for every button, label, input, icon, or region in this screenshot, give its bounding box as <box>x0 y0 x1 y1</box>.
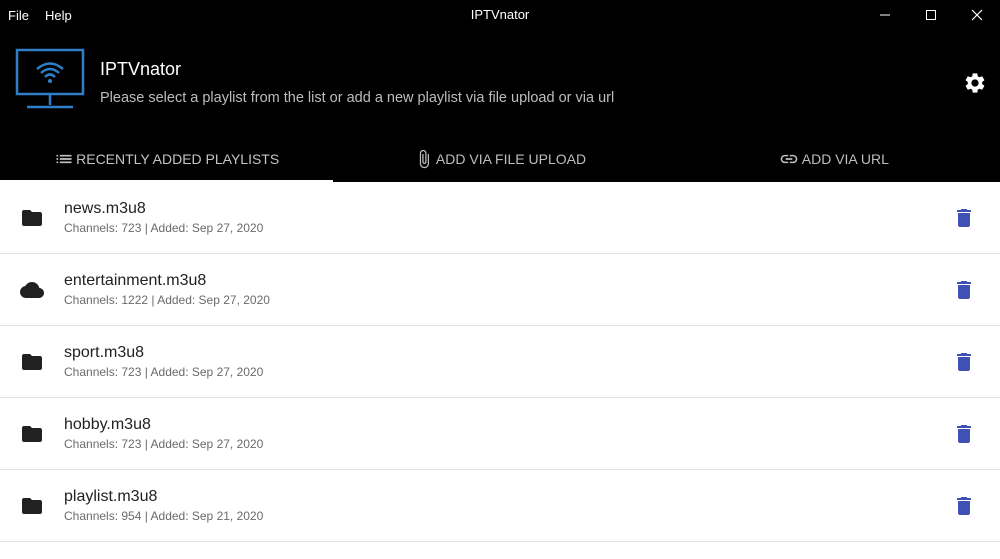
playlist-meta: Channels: 1222 | Added: Sep 27, 2020 <box>64 293 270 307</box>
playlist-item[interactable]: sport.m3u8 Channels: 723 | Added: Sep 27… <box>0 326 1000 398</box>
playlist-item[interactable]: playlist.m3u8 Channels: 954 | Added: Sep… <box>0 470 1000 542</box>
tab-label: RECENTLY ADDED PLAYLISTS <box>76 151 280 167</box>
delete-button[interactable] <box>952 206 976 230</box>
paperclip-icon <box>414 148 434 170</box>
window-title: IPTVnator <box>470 7 530 22</box>
tab-label: ADD VIA FILE UPLOAD <box>435 151 587 167</box>
tab-label: ADD VIA URL <box>801 151 889 167</box>
minimize-button[interactable] <box>862 0 908 30</box>
minimize-icon <box>880 14 890 16</box>
settings-button[interactable] <box>961 69 989 97</box>
trash-icon <box>957 281 971 299</box>
trash-icon <box>957 209 971 227</box>
playlist-name: entertainment.m3u8 <box>64 272 207 289</box>
playlist-meta: Channels: 723 | Added: Sep 27, 2020 <box>64 365 264 379</box>
folder-icon <box>22 354 42 370</box>
playlist-item[interactable]: news.m3u8 Channels: 723 | Added: Sep 27,… <box>0 182 1000 254</box>
folder-icon <box>22 210 42 226</box>
tab-add-url[interactable]: ADD VIA URL <box>667 136 1000 182</box>
playlist-item[interactable]: hobby.m3u8 Channels: 723 | Added: Sep 27… <box>0 398 1000 470</box>
app-logo <box>15 47 87 111</box>
playlist-name: news.m3u8 <box>64 200 146 217</box>
menu-help[interactable]: Help <box>45 8 72 23</box>
app-header: IPTVnator Please select a playlist from … <box>0 30 1000 136</box>
menu-bar: File Help <box>8 0 88 30</box>
cloud-icon <box>20 282 44 298</box>
trash-icon <box>957 353 971 371</box>
tv-wifi-icon <box>15 48 85 109</box>
delete-button[interactable] <box>952 422 976 446</box>
delete-button[interactable] <box>952 494 976 518</box>
tab-bar: RECENTLY ADDED PLAYLISTS ADD VIA FILE UP… <box>0 136 1000 182</box>
maximize-button[interactable] <box>908 0 954 30</box>
close-icon <box>971 9 983 21</box>
delete-button[interactable] <box>952 278 976 302</box>
app-subtitle: Please select a playlist from the list o… <box>100 90 615 106</box>
playlist-meta: Channels: 723 | Added: Sep 27, 2020 <box>64 221 264 235</box>
trash-icon <box>957 497 971 515</box>
folder-icon <box>22 498 42 514</box>
delete-button[interactable] <box>952 350 976 374</box>
link-icon <box>778 149 800 169</box>
playlist-item[interactable]: entertainment.m3u8 Channels: 1222 | Adde… <box>0 254 1000 326</box>
playlist-meta: Channels: 723 | Added: Sep 27, 2020 <box>64 437 264 451</box>
window-controls <box>862 0 1000 30</box>
gear-icon <box>965 73 985 93</box>
playlist-list: news.m3u8 Channels: 723 | Added: Sep 27,… <box>0 182 1000 559</box>
tab-file-upload[interactable]: ADD VIA FILE UPLOAD <box>333 136 666 182</box>
close-button[interactable] <box>954 0 1000 30</box>
title-bar: File Help IPTVnator <box>0 0 1000 30</box>
playlist-name: sport.m3u8 <box>64 344 145 361</box>
playlist-name: playlist.m3u8 <box>64 488 158 505</box>
app-title: IPTVnator <box>100 59 182 79</box>
playlist-meta: Channels: 954 | Added: Sep 21, 2020 <box>64 509 264 523</box>
list-icon <box>54 149 74 169</box>
tab-recently-added[interactable]: RECENTLY ADDED PLAYLISTS <box>0 136 334 182</box>
maximize-icon <box>926 10 936 20</box>
playlist-name: hobby.m3u8 <box>64 416 151 433</box>
folder-icon <box>22 426 42 442</box>
menu-file[interactable]: File <box>8 8 29 23</box>
trash-icon <box>957 425 971 443</box>
